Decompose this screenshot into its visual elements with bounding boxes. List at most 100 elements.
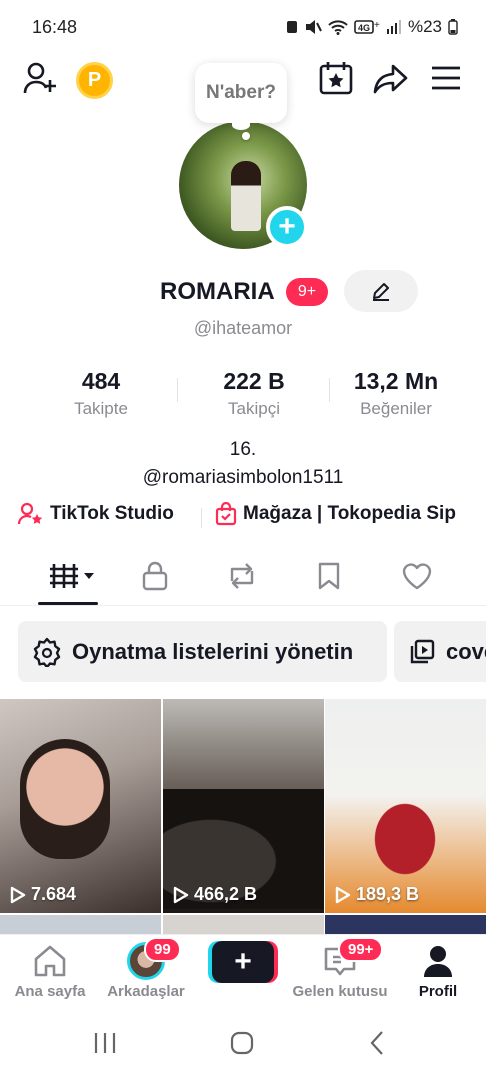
stat-followers[interactable]: 222 B Takipçi	[184, 368, 324, 419]
svg-text:+: +	[374, 20, 380, 31]
wifi-icon	[328, 20, 348, 35]
battery-percent: %23	[407, 17, 442, 36]
plus-icon: +	[278, 210, 296, 243]
notification-badge[interactable]: 9+	[286, 278, 328, 306]
stat-divider	[177, 378, 178, 402]
profile-bio: 16. @romariasimbolon1511	[0, 436, 486, 492]
stat-label: Takipte	[74, 399, 128, 418]
system-nav	[0, 1006, 486, 1080]
menu-button[interactable]	[426, 58, 466, 98]
plus-icon: +	[234, 945, 252, 978]
nav-icon-wrap: 99	[96, 937, 196, 980]
play-icon	[10, 886, 26, 903]
nav-profile[interactable]: Profil	[388, 943, 486, 1000]
inbox-badge: 99+	[338, 937, 384, 962]
edit-profile-button[interactable]	[344, 270, 418, 312]
view-count-text: 466,2 B	[194, 884, 258, 904]
name-row: ROMARIA 9+	[0, 270, 486, 314]
home-system-button[interactable]	[222, 1026, 262, 1060]
view-count: 7.684	[10, 884, 76, 905]
link-label: TikTok Studio	[50, 503, 174, 524]
nav-friends[interactable]: 99 Arkadaşlar	[96, 937, 196, 1000]
nav-icon-wrap	[0, 943, 100, 979]
tab-reposts[interactable]	[212, 556, 272, 596]
heart-icon	[402, 563, 432, 590]
video-thumbnail[interactable]: 7.684	[0, 699, 161, 913]
manage-playlists-button[interactable]: Oynatma listelerini yönetin	[18, 621, 387, 682]
stat-value: 484	[81, 368, 121, 394]
nav-label: Profil	[418, 983, 458, 1000]
tab-private[interactable]	[125, 556, 185, 596]
bookmark-icon	[318, 562, 340, 590]
video-thumbnail[interactable]	[0, 915, 161, 935]
bio-line: 16.	[229, 439, 257, 460]
stat-value: 13,2 Mn	[353, 368, 439, 394]
view-count-text: 189,3 B	[356, 884, 420, 904]
hd-icon: 4G +	[354, 20, 380, 34]
stat-following[interactable]: 484 Takipte	[31, 368, 171, 419]
tiktok-studio-link[interactable]: TikTok Studio	[18, 502, 174, 526]
add-user-icon	[23, 62, 56, 94]
stat-label: Takipçi	[228, 399, 280, 418]
add-story-button[interactable]: +	[266, 206, 308, 248]
friends-badge: 99	[144, 937, 181, 962]
username: ROMARIA	[160, 278, 275, 305]
back-button[interactable]	[358, 1026, 398, 1060]
video-grid: 7.684 466,2 B 189,3 B	[0, 699, 486, 935]
recent-apps-button[interactable]	[85, 1026, 125, 1060]
active-tab-indicator	[38, 602, 98, 605]
shop-link[interactable]: Mağaza | Tokopedia Sip	[215, 502, 456, 526]
status-icons: 4G + %23	[286, 17, 458, 37]
home-icon	[34, 945, 66, 977]
bottom-nav: Ana sayfa 99 Arkadaşlar + 99+ Gelen kutu…	[0, 934, 486, 1006]
repost-icon	[230, 563, 254, 589]
video-thumbnail[interactable]: 189,3 B	[325, 699, 486, 913]
playlist-chips: Oynatma listelerini yönetin cove	[0, 621, 486, 683]
calendar-button[interactable]	[316, 58, 356, 98]
nav-icon-wrap	[388, 943, 486, 979]
view-count: 189,3 B	[335, 884, 419, 905]
view-count-text: 7.684	[31, 884, 77, 904]
bio-mention[interactable]: @romariasimbolon1511	[0, 464, 486, 492]
thumbnail-image	[20, 739, 110, 859]
chip-label: cove	[446, 638, 486, 664]
playlist-icon	[410, 639, 435, 663]
shopping-bag-icon	[215, 502, 237, 526]
stat-value: 222 B	[223, 368, 285, 394]
nav-inbox[interactable]: 99+ Gelen kutusu	[290, 937, 390, 1000]
stat-likes[interactable]: 13,2 Mn Beğeniler	[326, 368, 466, 419]
user-star-icon	[18, 502, 43, 525]
content-tabs	[0, 548, 486, 606]
nav-label: Arkadaşlar	[107, 983, 185, 1000]
create-button[interactable]: +	[212, 941, 274, 983]
lock-icon	[142, 561, 168, 591]
home-circle-icon	[230, 1031, 254, 1055]
tab-videos[interactable]	[42, 556, 102, 596]
user-handle: @ihateamor	[193, 318, 293, 338]
bubble-dot	[242, 132, 250, 140]
back-chevron-icon	[370, 1031, 383, 1055]
nav-home[interactable]: Ana sayfa	[0, 943, 100, 1000]
tab-saved[interactable]	[299, 556, 359, 596]
share-button[interactable]	[371, 58, 411, 98]
cover-playlist-button[interactable]: cove	[394, 621, 486, 682]
view-count: 466,2 B	[173, 884, 257, 905]
add-friend-button[interactable]	[20, 58, 60, 98]
nav-icon-wrap: 99+	[290, 937, 390, 979]
nav-label: Ana sayfa	[14, 983, 86, 1000]
bubble-tail	[232, 120, 250, 130]
play-icon	[335, 886, 351, 903]
video-thumbnail[interactable]	[163, 915, 324, 935]
video-thumbnail[interactable]	[325, 915, 486, 935]
battery-icon	[448, 19, 458, 35]
notification-icon	[286, 21, 297, 33]
tab-liked[interactable]	[387, 556, 447, 596]
coin-button[interactable]: P	[76, 62, 113, 99]
play-icon	[173, 886, 189, 903]
status-time: 16:48	[32, 17, 78, 37]
video-thumbnail[interactable]: 466,2 B	[163, 699, 324, 913]
calendar-star-icon	[319, 62, 353, 95]
status-bubble[interactable]: N'aber?	[195, 63, 287, 123]
recent-apps-icon	[94, 1033, 116, 1053]
share-icon	[373, 64, 408, 94]
